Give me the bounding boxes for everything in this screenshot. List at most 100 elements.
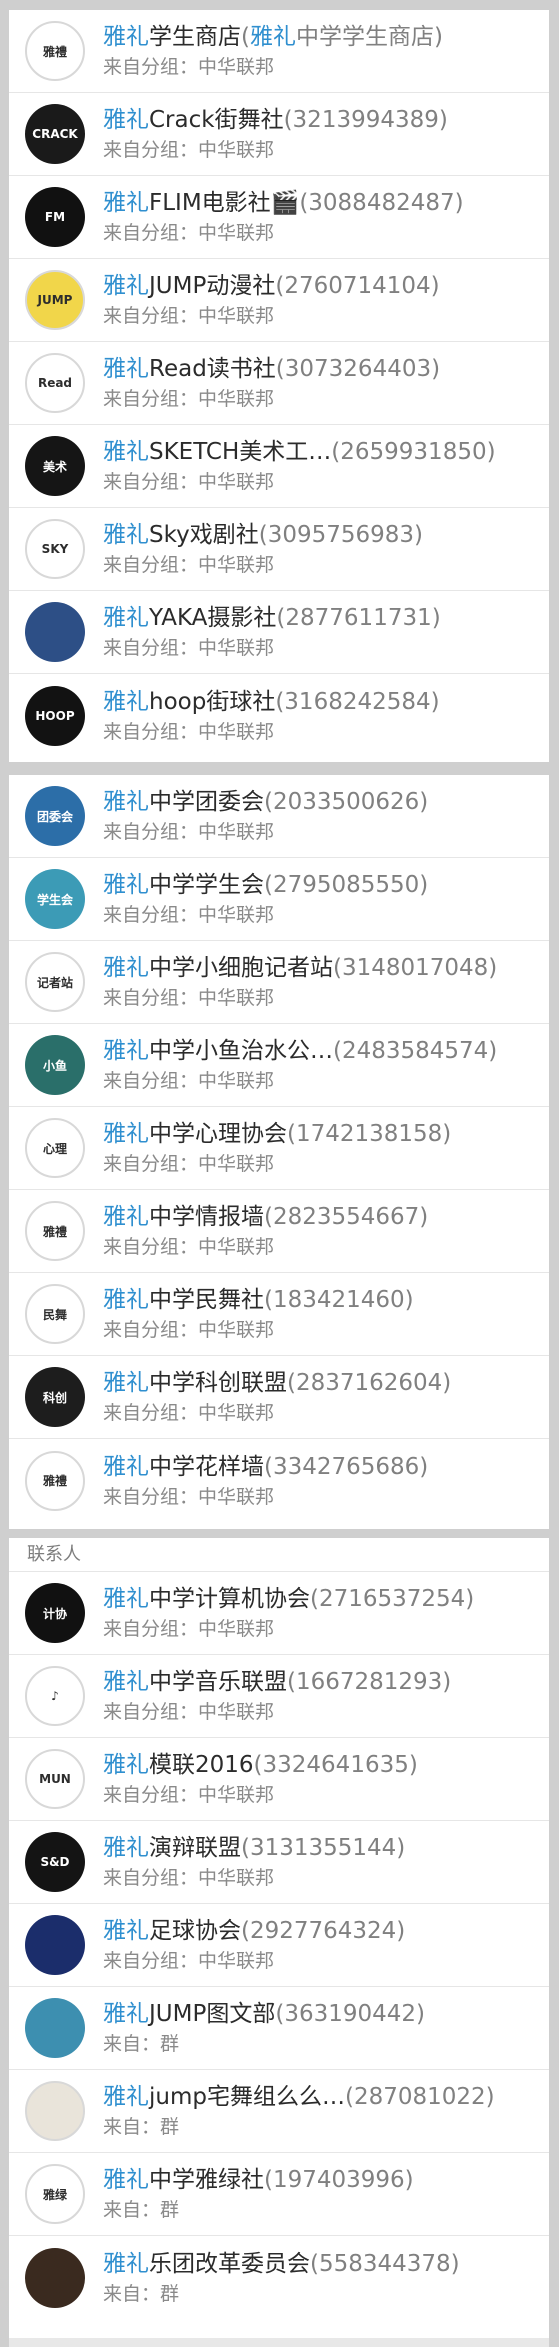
list-item[interactable]: 小鱼 雅礼中学小鱼治水公…(2483584574) 来自分组：中华联邦 — [9, 1024, 549, 1107]
item-text: 雅礼Read读书社(3073264403) 来自分组：中华联邦 — [103, 354, 549, 412]
list-item[interactable]: 民舞 雅礼中学民舞社(183421460) 来自分组：中华联邦 — [9, 1273, 549, 1356]
item-source: 来自分组：中华联邦 — [103, 305, 275, 327]
list-item[interactable]: SKY 雅礼Sky戏剧社(3095756983) 来自分组：中华联邦 — [9, 508, 549, 591]
item-title: 雅礼中学雅绿社(197403996) — [103, 2165, 549, 2195]
item-title: 雅礼中学心理协会(1742138158) — [103, 1119, 549, 1149]
avatar: ♪ — [25, 1666, 85, 1726]
item-text: 雅礼中学民舞社(183421460) 来自分组：中华联邦 — [103, 1285, 549, 1343]
list-item[interactable]: ♪ 雅礼中学音乐联盟(1667281293) 来自分组：中华联邦 — [9, 1655, 549, 1738]
avatar: 心理 — [25, 1118, 85, 1178]
highlight-keyword: 雅礼 — [103, 107, 149, 133]
item-title: 雅礼中学民舞社(183421460) — [103, 1285, 549, 1315]
item-subname-open: ( — [241, 24, 250, 50]
list-item[interactable]: JUMP 雅礼JUMP动漫社(2760714104) 来自分组：中华联邦 — [9, 259, 549, 342]
list-item[interactable]: Read 雅礼Read读书社(3073264403) 来自分组：中华联邦 — [9, 342, 549, 425]
list-item[interactable]: 雅礼YAKA摄影社(2877611731) 来自分组：中华联邦 — [9, 591, 549, 674]
avatar: 雅禮 — [25, 21, 85, 81]
item-name: 中学音乐联盟 — [149, 1669, 287, 1695]
highlight-keyword: 雅礼 — [103, 688, 149, 715]
item-id: (3131355144) — [241, 1835, 406, 1861]
item-title: 雅礼FLIM电影社🎬(3088482487) — [103, 188, 549, 218]
list-item[interactable]: 心理 雅礼中学心理协会(1742138158) 来自分组：中华联邦 — [9, 1107, 549, 1190]
item-name: 中学小细胞记者站 — [149, 955, 333, 981]
item-source: 来自分组：中华联邦 — [103, 1485, 275, 1508]
list-item[interactable]: HOOP 雅礼hoop街球社(3168242584) 来自分组：中华联邦 — [9, 674, 549, 757]
list-item[interactable]: 记者站 雅礼中学小细胞记者站(3148017048) 来自分组：中华联邦 — [9, 941, 549, 1024]
highlight-keyword: 雅礼 — [103, 190, 149, 216]
highlight-keyword: 雅礼 — [103, 273, 149, 299]
item-title: 雅礼中学小细胞记者站(3148017048) — [103, 953, 549, 983]
list-item[interactable]: S&D 雅礼演辩联盟(3131355144) 来自分组：中华联邦 — [9, 1821, 549, 1904]
list-item[interactable]: 科创 雅礼中学科创联盟(2837162604) 来自分组：中华联邦 — [9, 1356, 549, 1439]
item-title: 雅礼中学科创联盟(2837162604) — [103, 1368, 549, 1398]
item-subname: 中学学生商店) — [295, 24, 443, 50]
item-source: 来自分组：中华联邦 — [103, 821, 275, 843]
list-item[interactable]: CRACK 雅礼Crack街舞社(3213994389) 来自分组：中华联邦 — [9, 93, 549, 176]
avatar — [25, 1915, 85, 1975]
item-text: 雅礼中学心理协会(1742138158) 来自分组：中华联邦 — [103, 1119, 549, 1177]
highlight-keyword: 雅礼 — [103, 872, 149, 898]
avatar: 雅禮 — [25, 1201, 85, 1261]
list-item[interactable]: 学生会 雅礼中学学生会(2795085550) 来自分组：中华联邦 — [9, 858, 549, 941]
item-text: 雅礼中学团委会(2033500626) 来自分组：中华联邦 — [103, 787, 549, 845]
item-text: 雅礼中学小细胞记者站(3148017048) 来自分组：中华联邦 — [103, 953, 549, 1011]
item-source: 来自：群 — [103, 2199, 180, 2221]
avatar: 小鱼 — [25, 1035, 85, 1095]
item-name: 模联2016 — [149, 1752, 254, 1778]
item-id: (3073264403) — [275, 356, 441, 382]
item-source: 来自分组：中华联邦 — [103, 471, 275, 493]
avatar — [25, 602, 85, 662]
highlight-keyword: 雅礼 — [103, 1204, 149, 1230]
item-name: Crack街舞社 — [149, 107, 284, 133]
item-name: YAKA摄影社 — [149, 605, 277, 631]
highlight-keyword: 雅礼 — [103, 789, 149, 815]
list-item[interactable]: 雅礼足球协会(2927764324) 来自分组：中华联邦 — [9, 1904, 549, 1987]
item-id: (2837162604) — [287, 1370, 452, 1396]
item-text: 雅礼演辩联盟(3131355144) 来自分组：中华联邦 — [103, 1833, 549, 1891]
item-name: 中学花样墙 — [149, 1453, 264, 1480]
highlight-keyword: 雅礼 — [103, 2167, 149, 2193]
list-item[interactable]: 雅禮 雅礼学生商店(雅礼中学学生商店) 来自分组：中华联邦 — [9, 10, 549, 93]
list-item[interactable]: 美术 雅礼SKETCH美术工…(2659931850) 来自分组：中华联邦 — [9, 425, 549, 508]
highlight-keyword: 雅礼 — [103, 1669, 149, 1695]
list-item[interactable]: 雅禮 雅礼中学花样墙(3342765686) 来自分组：中华联邦 — [9, 1439, 549, 1522]
list-item[interactable]: 雅绿 雅礼中学雅绿社(197403996) 来自：群 — [9, 2153, 549, 2236]
item-title: 雅礼Read读书社(3073264403) — [103, 354, 549, 384]
avatar — [25, 1998, 85, 2058]
list-item[interactable]: 雅礼乐团改革委员会(558344378) 来自：群 — [9, 2236, 549, 2319]
item-text: 雅礼SKETCH美术工…(2659931850) 来自分组：中华联邦 — [103, 437, 549, 495]
item-name: SKETCH美术工… — [149, 439, 332, 465]
avatar — [25, 2081, 85, 2141]
item-name: 中学团委会 — [149, 789, 264, 815]
item-title: 雅礼JUMP图文部(363190442) — [103, 1999, 549, 2029]
item-text: 雅礼学生商店(雅礼中学学生商店) 来自分组：中华联邦 — [103, 22, 549, 80]
result-group-contacts: 联系人 计协 雅礼中学计算机协会(2716537254) 来自分组：中华联邦 ♪ 雅礼中… — [9, 1538, 549, 2338]
item-source: 来自分组：中华联邦 — [103, 1319, 275, 1341]
item-name: 学生商店 — [149, 24, 241, 50]
list-item[interactable]: 计协 雅礼中学计算机协会(2716537254) 来自分组：中华联邦 — [9, 1572, 549, 1655]
item-id: (1742138158) — [287, 1121, 452, 1147]
item-name: 乐团改革委员会 — [149, 2250, 310, 2277]
avatar: MUN — [25, 1749, 85, 1809]
item-id: (2795085550) — [264, 872, 429, 898]
list-item[interactable]: FM 雅礼FLIM电影社🎬(3088482487) 来自分组：中华联邦 — [9, 176, 549, 259]
list-item[interactable]: MUN 雅礼模联2016(3324641635) 来自分组：中华联邦 — [9, 1738, 549, 1821]
item-name: 中学小鱼治水公… — [149, 1038, 333, 1064]
item-text: 雅礼hoop街球社(3168242584) 来自分组：中华联邦 — [103, 687, 549, 745]
item-source: 来自分组：中华联邦 — [103, 1070, 275, 1092]
avatar: 记者站 — [25, 952, 85, 1012]
item-id: (363190442) — [275, 2001, 425, 2027]
avatar: SKY — [25, 519, 85, 579]
item-id: (183421460) — [264, 1287, 414, 1313]
list-item[interactable]: 团委会 雅礼中学团委会(2033500626) 来自分组：中华联邦 — [9, 775, 549, 858]
item-text: 雅礼JUMP图文部(363190442) 来自：群 — [103, 1999, 549, 2057]
item-title: 雅礼乐团改革委员会(558344378) — [103, 2249, 549, 2279]
list-item[interactable]: 雅礼JUMP图文部(363190442) 来自：群 — [9, 1987, 549, 2070]
list-item[interactable]: 雅礼jump宅舞组么么…(287081022) 来自：群 — [9, 2070, 549, 2153]
highlight-keyword: 雅礼 — [103, 1121, 149, 1147]
item-source: 来自分组：中华联邦 — [103, 987, 275, 1009]
item-title: 雅礼中学学生会(2795085550) — [103, 870, 549, 900]
item-text: 雅礼中学小鱼治水公…(2483584574) 来自分组：中华联邦 — [103, 1036, 549, 1094]
item-name: 演辩联盟 — [149, 1835, 241, 1861]
list-item[interactable]: 雅禮 雅礼中学情报墙(2823554667) 来自分组：中华联邦 — [9, 1190, 549, 1273]
